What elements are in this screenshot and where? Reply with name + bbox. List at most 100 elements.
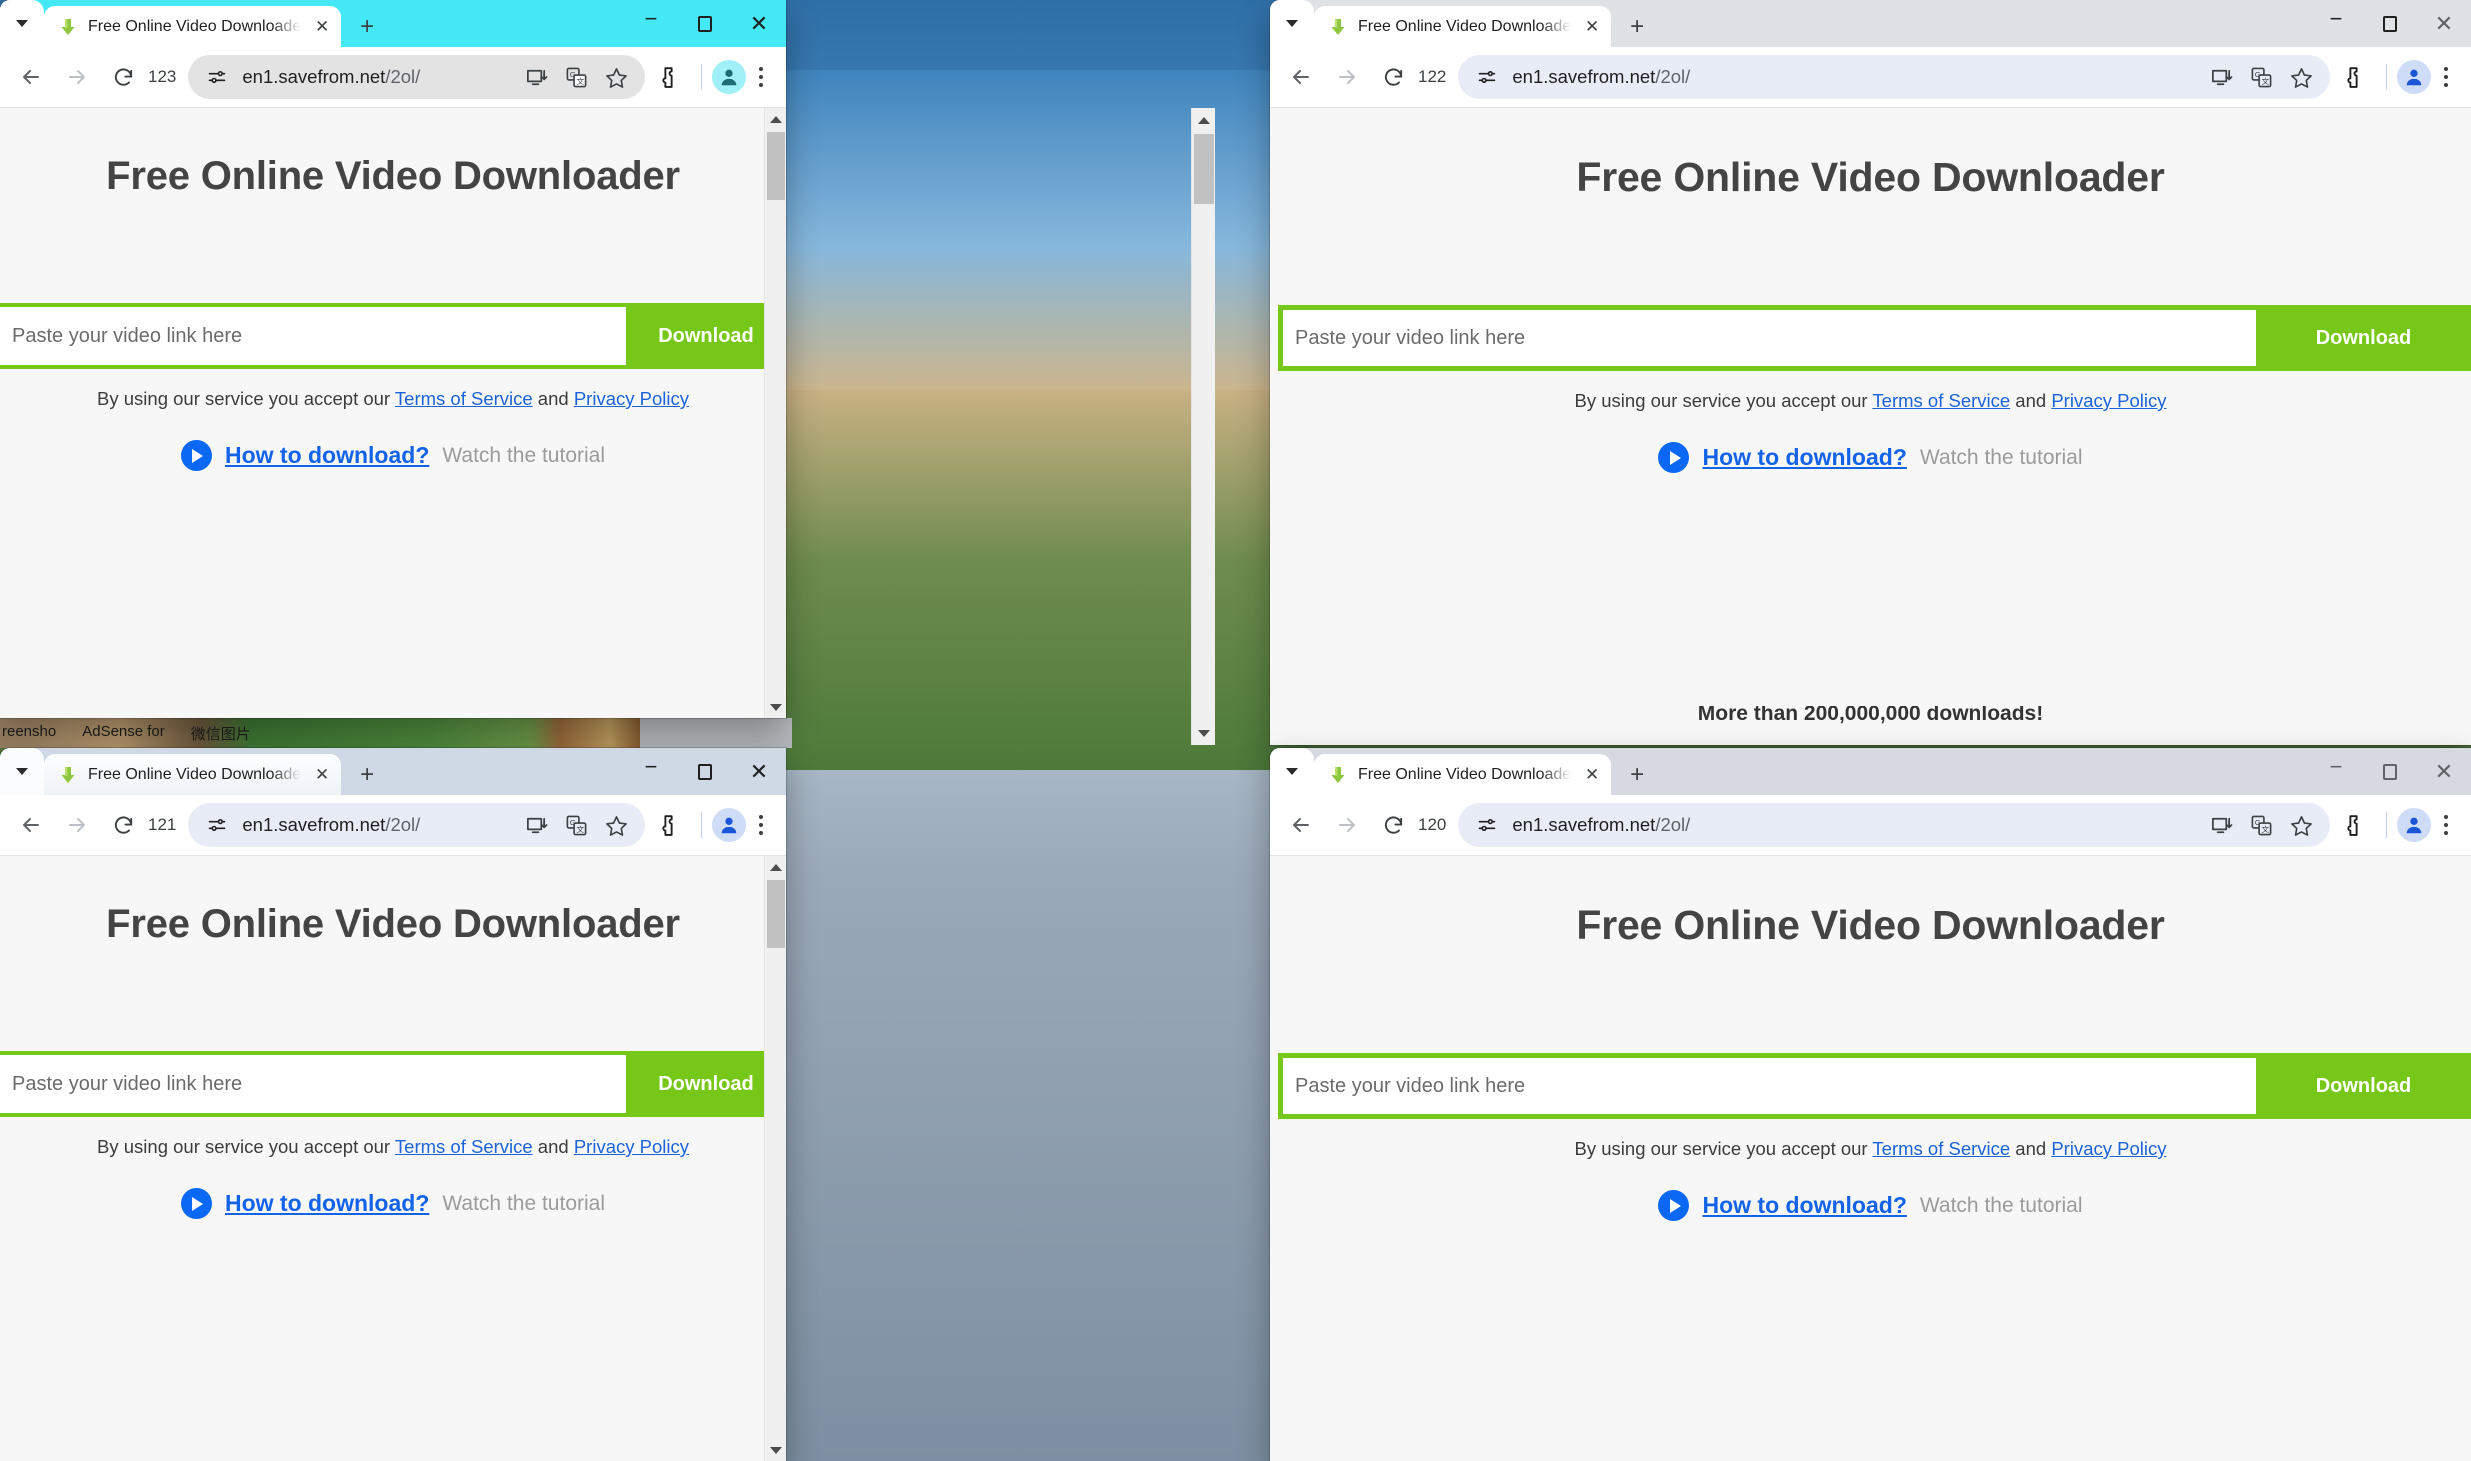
download-button[interactable]: Download xyxy=(2256,305,2471,371)
tab-search-button[interactable] xyxy=(1270,748,1314,795)
window-controls[interactable]: − ✕ xyxy=(624,0,786,47)
scroll-down-arrow[interactable] xyxy=(765,1439,787,1461)
browser-tab[interactable]: Free Online Video Downloade ✕ xyxy=(1314,754,1612,795)
close-button[interactable]: ✕ xyxy=(2417,0,2471,47)
scroll-down-arrow[interactable] xyxy=(1192,721,1216,745)
tabstrip[interactable]: Free Online Video Downloade ✕ + − ✕ xyxy=(1270,748,2471,795)
video-link-input[interactable]: Paste your video link here xyxy=(1283,310,2256,366)
tab-close-button[interactable]: ✕ xyxy=(311,16,333,38)
browser-toolbar[interactable]: 121 en1.savefrom.net/2ol/ G文 xyxy=(0,795,786,856)
background-app-tabstrip[interactable]: reensho AdSense for 微信图片 xyxy=(0,718,792,748)
profile-avatar-icon[interactable] xyxy=(712,60,746,94)
scroll-up-arrow[interactable] xyxy=(1192,108,1216,132)
privacy-policy-link[interactable]: Privacy Policy xyxy=(574,1136,689,1157)
how-to-download-link[interactable]: How to download? xyxy=(225,1190,429,1217)
tabstrip[interactable]: Free Online Video Downloade ✕ + − ✕ xyxy=(0,0,786,47)
kebab-menu-icon[interactable] xyxy=(746,815,776,835)
how-to-download-link[interactable]: How to download? xyxy=(225,442,429,469)
star-icon[interactable] xyxy=(2286,810,2316,840)
site-settings-icon[interactable] xyxy=(202,62,232,92)
install-app-icon[interactable] xyxy=(2206,62,2236,92)
window-bottom-left[interactable]: Free Online Video Downloade ✕ + − ✕ 121 … xyxy=(0,748,786,1461)
maximize-button[interactable] xyxy=(678,748,732,795)
scrollbar-thumb[interactable] xyxy=(1193,134,1214,204)
tab-close-button[interactable]: ✕ xyxy=(311,764,333,786)
window-controls[interactable]: − ✕ xyxy=(624,748,786,795)
terms-of-service-link[interactable]: Terms of Service xyxy=(1872,390,2010,411)
address-bar[interactable]: en1.savefrom.net/2ol/ G文 xyxy=(1458,55,2330,99)
download-button[interactable]: Download xyxy=(626,1051,786,1117)
terms-of-service-link[interactable]: Terms of Service xyxy=(1872,1138,2010,1159)
close-button[interactable]: ✕ xyxy=(732,0,786,47)
vertical-scrollbar[interactable] xyxy=(764,856,786,1461)
how-to-download-row[interactable]: How to download? Watch the tutorial xyxy=(0,1188,786,1219)
browser-tab[interactable]: Free Online Video Downloade ✕ xyxy=(44,6,342,47)
kebab-menu-icon[interactable] xyxy=(746,67,776,87)
download-form[interactable]: Paste your video link here Download xyxy=(0,303,786,369)
download-button[interactable]: Download xyxy=(2256,1053,2471,1119)
toolbar-right-actions[interactable] xyxy=(2330,54,2461,100)
download-form[interactable]: Paste your video link here Download xyxy=(0,1051,786,1117)
tab-search-button[interactable] xyxy=(1270,0,1314,47)
window-controls[interactable]: − ✕ xyxy=(2309,0,2471,47)
extensions-puzzle-icon[interactable] xyxy=(2330,802,2376,848)
terms-of-service-link[interactable]: Terms of Service xyxy=(395,1136,533,1157)
reload-icon[interactable] xyxy=(100,802,146,848)
how-to-download-row[interactable]: How to download? Watch the tutorial xyxy=(0,440,786,471)
reload-icon[interactable] xyxy=(100,54,146,100)
window-top-left[interactable]: Free Online Video Downloade ✕ + − ✕ 123 … xyxy=(0,0,786,718)
browser-toolbar[interactable]: 122 en1.savefrom.net/2ol/ G文 xyxy=(1270,47,2471,108)
scroll-up-arrow[interactable] xyxy=(765,856,787,878)
extensions-puzzle-icon[interactable] xyxy=(645,54,691,100)
star-icon[interactable] xyxy=(2286,62,2316,92)
play-icon[interactable] xyxy=(1658,442,1690,473)
how-to-download-link[interactable]: How to download? xyxy=(1702,444,1906,471)
toolbar-right-actions[interactable] xyxy=(2330,802,2461,848)
scroll-down-arrow[interactable] xyxy=(765,696,787,718)
video-link-input[interactable]: Paste your video link here xyxy=(0,307,626,365)
site-settings-icon[interactable] xyxy=(1472,810,1502,840)
new-tab-button[interactable]: + xyxy=(347,754,387,795)
back-arrow-icon[interactable] xyxy=(1278,802,1324,848)
forward-arrow-icon[interactable] xyxy=(54,54,100,100)
new-tab-button[interactable]: + xyxy=(1617,6,1657,47)
vertical-scrollbar[interactable] xyxy=(764,108,786,718)
extensions-puzzle-icon[interactable] xyxy=(645,802,691,848)
close-button[interactable]: ✕ xyxy=(2417,748,2471,795)
star-icon[interactable] xyxy=(601,62,631,92)
extensions-puzzle-icon[interactable] xyxy=(2330,54,2376,100)
forward-arrow-icon[interactable] xyxy=(54,802,100,848)
window-controls[interactable]: − ✕ xyxy=(2309,748,2471,795)
window-bottom-right[interactable]: Free Online Video Downloade ✕ + − ✕ 120 … xyxy=(1270,748,2471,1461)
kebab-menu-icon[interactable] xyxy=(2431,67,2461,87)
address-bar[interactable]: en1.savefrom.net/2ol/ G文 xyxy=(188,55,645,99)
forward-arrow-icon[interactable] xyxy=(1324,802,1370,848)
reload-icon[interactable] xyxy=(1370,802,1416,848)
site-settings-icon[interactable] xyxy=(202,810,232,840)
translate-icon[interactable]: G文 xyxy=(561,62,591,92)
toolbar-right-actions[interactable] xyxy=(645,54,776,100)
profile-avatar-icon[interactable] xyxy=(2397,808,2431,842)
browser-tab[interactable]: Free Online Video Downloade ✕ xyxy=(44,754,342,795)
background-tab-1[interactable]: reensho xyxy=(2,723,56,744)
privacy-policy-link[interactable]: Privacy Policy xyxy=(2051,390,2166,411)
translate-icon[interactable]: G文 xyxy=(2246,810,2276,840)
address-bar[interactable]: en1.savefrom.net/2ol/ G文 xyxy=(1458,803,2330,847)
video-link-input[interactable]: Paste your video link here xyxy=(1283,1058,2256,1114)
forward-arrow-icon[interactable] xyxy=(1324,54,1370,100)
new-tab-button[interactable]: + xyxy=(1617,754,1657,795)
profile-avatar-icon[interactable] xyxy=(712,808,746,842)
back-arrow-icon[interactable] xyxy=(8,54,54,100)
browser-tab[interactable]: Free Online Video Downloade ✕ xyxy=(1314,6,1612,47)
download-button[interactable]: Download xyxy=(626,303,786,369)
tab-search-button[interactable] xyxy=(0,0,44,47)
background-tab-2[interactable]: AdSense for xyxy=(82,723,165,744)
toolbar-right-actions[interactable] xyxy=(645,802,776,848)
minimize-button[interactable]: − xyxy=(2309,748,2363,790)
maximize-button[interactable] xyxy=(2363,748,2417,795)
window-top-right[interactable]: Free Online Video Downloade ✕ + − ✕ 122 … xyxy=(1270,0,2471,745)
download-form[interactable]: Paste your video link here Download xyxy=(1278,1053,2471,1119)
install-app-icon[interactable] xyxy=(521,810,551,840)
play-icon[interactable] xyxy=(1658,1190,1690,1221)
tab-close-button[interactable]: ✕ xyxy=(1581,16,1603,38)
